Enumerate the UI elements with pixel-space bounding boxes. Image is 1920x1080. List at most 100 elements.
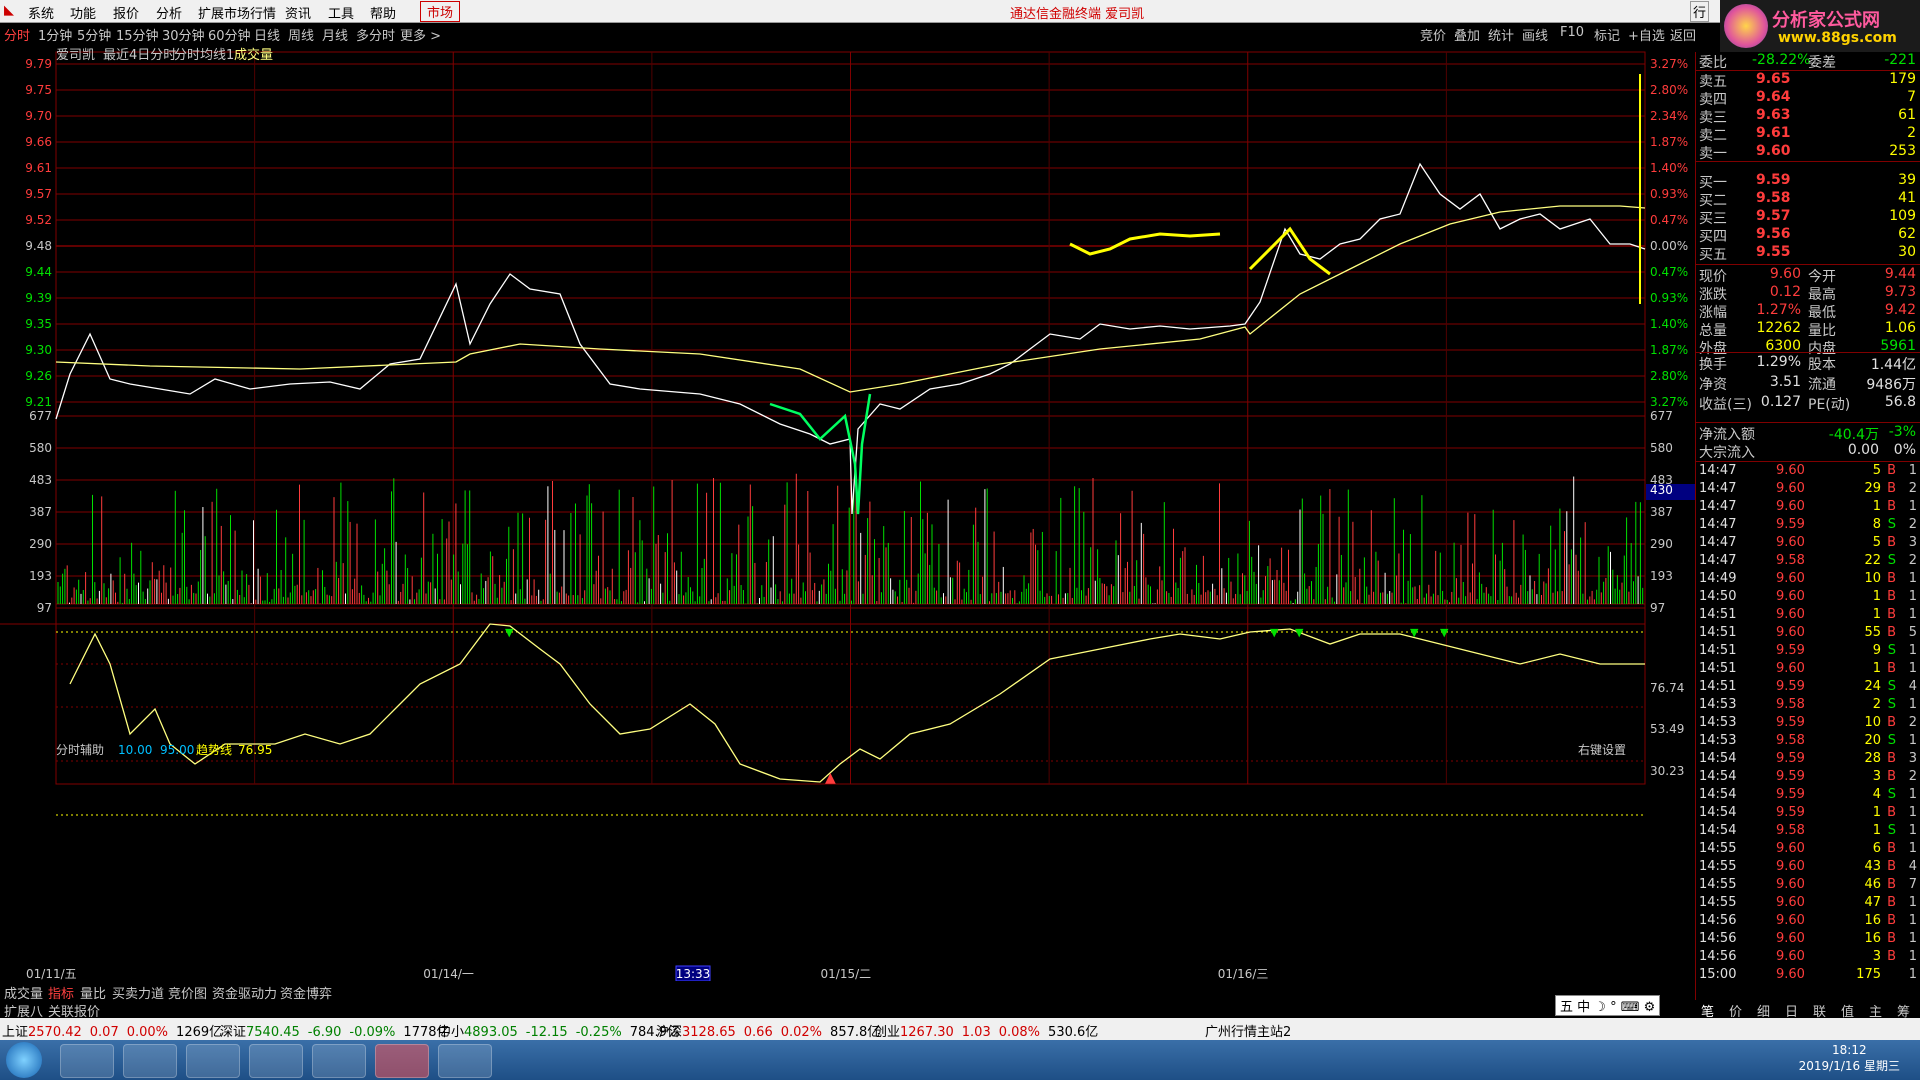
browser-icon[interactable] [123, 1044, 177, 1078]
app-blue-icon[interactable] [249, 1044, 303, 1078]
bid-row[interactable]: 买五 9.55 30 [1696, 244, 1920, 263]
tick-row[interactable]: 14:54 9.58 1 S 1 [1696, 823, 1920, 841]
tick-side: B [1887, 931, 1896, 946]
ask-row[interactable]: 卖一 9.60 253 [1696, 143, 1920, 162]
toolbar-mark[interactable]: 标记 [1594, 25, 1620, 44]
wechat-icon[interactable] [438, 1044, 492, 1078]
qq-icon[interactable] [60, 1044, 114, 1078]
tab-volume[interactable]: 成交量 [4, 983, 43, 1002]
ime-toolbar[interactable]: 五 中 ☽ ° ⌨ ⚙ [1555, 995, 1661, 1016]
bid-row[interactable]: 买二 9.58 41 [1696, 190, 1920, 209]
menu-tools[interactable]: 工具 [328, 3, 354, 22]
tick-row[interactable]: 15:00 9.60 175 1 [1696, 967, 1920, 985]
index-quote[interactable]: 上证2570.42 0.07 0.00% 1269亿 [2, 1021, 222, 1040]
tick-row[interactable]: 14:55 9.60 46 B 7 [1696, 877, 1920, 895]
toolbar-add-watch[interactable]: +自选 [1628, 25, 1665, 44]
tick-row[interactable]: 14:53 9.58 2 S 1 [1696, 697, 1920, 715]
start-button-icon[interactable] [6, 1042, 42, 1078]
tick-row[interactable]: 14:47 9.60 1 B 1 [1696, 499, 1920, 517]
menu-extended-market[interactable]: 扩展市场行情 [198, 3, 276, 22]
menu-analysis[interactable]: 分析 [156, 3, 182, 22]
tab-multi-day[interactable]: 多分时 [356, 25, 395, 44]
tick-row[interactable]: 14:47 9.58 22 S 2 [1696, 553, 1920, 571]
index-quote[interactable]: 创业1267.30 1.03 0.08% 530.6亿 [874, 1021, 1098, 1040]
tdx-app-icon[interactable] [375, 1044, 429, 1078]
system-clock[interactable]: 18:12 2019/1/16 星期三 [1799, 1043, 1900, 1074]
tick-row[interactable]: 14:53 9.58 20 S 1 [1696, 733, 1920, 751]
ask-row[interactable]: 卖四 9.64 7 [1696, 89, 1920, 108]
tab-capital-game[interactable]: 资金博弈 [280, 983, 332, 1002]
tick-row[interactable]: 14:51 9.59 24 S 4 [1696, 679, 1920, 697]
tab-more[interactable]: 更多 > [400, 25, 441, 44]
menu-function[interactable]: 功能 [70, 3, 96, 22]
folder-icon[interactable] [312, 1044, 366, 1078]
tick-price: 9.59 [1776, 787, 1805, 802]
tick-row[interactable]: 14:56 9.60 3 B 1 [1696, 949, 1920, 967]
tick-price: 9.59 [1776, 805, 1805, 820]
market-tab[interactable]: 市场 [420, 1, 461, 22]
tick-row[interactable]: 14:53 9.59 10 B 2 [1696, 715, 1920, 733]
menu-news[interactable]: 资讯 [285, 3, 311, 22]
intraday-chart[interactable]: 9.79 3.27% 9.75 2.80% 9.70 2.34% 9.66 1.87% 9.61… [0, 44, 1695, 981]
tab-1min[interactable]: 1分钟 [38, 25, 72, 44]
tick-row[interactable]: 14:54 9.59 3 B 2 [1696, 769, 1920, 787]
tick-row[interactable]: 14:56 9.60 16 B 1 [1696, 913, 1920, 931]
ask-row[interactable]: 卖五 9.65 179 [1696, 71, 1920, 90]
index-quote[interactable]: 沪深3128.65 0.66 0.02% 857.8亿 [656, 1021, 880, 1040]
tab-volume-ratio[interactable]: 量比 [80, 983, 106, 1002]
tick-row[interactable]: 14:47 9.60 29 B 2 [1696, 481, 1920, 499]
tick-row[interactable]: 14:47 9.60 5 B 1 [1696, 463, 1920, 481]
tab-auction-chart[interactable]: 竞价图 [168, 983, 207, 1002]
tab-monthly[interactable]: 月线 [322, 25, 348, 44]
bid-row[interactable]: 买三 9.57 109 [1696, 208, 1920, 227]
tab-weekly[interactable]: 周线 [288, 25, 314, 44]
tick-row[interactable]: 14:55 9.60 43 B 4 [1696, 859, 1920, 877]
tick-row[interactable]: 14:55 9.60 6 B 1 [1696, 841, 1920, 859]
tab-15min[interactable]: 15分钟 [116, 25, 159, 44]
tick-row[interactable]: 14:50 9.60 1 B 1 [1696, 589, 1920, 607]
stat-row: 涨跌 0.12 最高 9.73 [1696, 284, 1920, 303]
tick-row[interactable]: 14:55 9.60 47 B 1 [1696, 895, 1920, 913]
tick-row[interactable]: 14:54 9.59 4 S 1 [1696, 787, 1920, 805]
toolbar-back[interactable]: 返回 [1670, 25, 1696, 44]
toolbar-draw[interactable]: 画线 [1522, 25, 1548, 44]
ask-row[interactable]: 卖二 9.61 2 [1696, 125, 1920, 144]
tab-30min[interactable]: 30分钟 [162, 25, 205, 44]
tab-60min[interactable]: 60分钟 [208, 25, 251, 44]
tick-row[interactable]: 14:51 9.60 55 B 5 [1696, 625, 1920, 643]
index-value: 1267.30 [900, 1025, 954, 1040]
bid-row[interactable]: 买四 9.56 62 [1696, 226, 1920, 245]
tick-row[interactable]: 14:51 9.60 1 B 1 [1696, 607, 1920, 625]
toolbar-f10[interactable]: F10 [1560, 25, 1584, 40]
tick-count: 2 [1908, 481, 1917, 496]
tick-row[interactable]: 14:47 9.59 8 S 2 [1696, 517, 1920, 535]
app-green-icon[interactable] [186, 1044, 240, 1078]
menu-quote[interactable]: 报价 [113, 3, 139, 22]
right-click-setting[interactable]: 右键设置 [1578, 742, 1626, 757]
ask-row[interactable]: 卖三 9.63 61 [1696, 107, 1920, 126]
menu-help[interactable]: 帮助 [370, 3, 396, 22]
tick-side: S [1887, 697, 1896, 712]
window-control-button[interactable]: 行 [1690, 1, 1710, 22]
tick-row[interactable]: 14:49 9.60 10 B 1 [1696, 571, 1920, 589]
tab-buy-sell-force[interactable]: 买卖力道 [112, 983, 164, 1002]
tab-5min[interactable]: 5分钟 [77, 25, 111, 44]
index-quote[interactable]: 深证7540.45 -6.90 -0.09% 1778亿 [220, 1021, 450, 1040]
index-quote[interactable]: 中小4893.05 -12.15 -0.25% 784.9亿 [438, 1021, 680, 1040]
toolbar-auction[interactable]: 竞价 [1420, 25, 1446, 44]
tick-row[interactable]: 14:47 9.60 5 B 3 [1696, 535, 1920, 553]
tick-row[interactable]: 14:56 9.60 16 B 1 [1696, 931, 1920, 949]
server-site[interactable]: 广州行情主站2 [1205, 1021, 1291, 1040]
toolbar-stats[interactable]: 统计 [1488, 25, 1514, 44]
toolbar-overlay[interactable]: 叠加 [1454, 25, 1480, 44]
tab-intraday[interactable]: 分时 [4, 25, 30, 44]
tick-row[interactable]: 14:54 9.59 28 B 3 [1696, 751, 1920, 769]
tick-row[interactable]: 14:51 9.59 9 S 1 [1696, 643, 1920, 661]
tab-daily[interactable]: 日线 [254, 25, 280, 44]
tab-capital-drive[interactable]: 资金驱动力 [212, 983, 277, 1002]
tick-row[interactable]: 14:51 9.60 1 B 1 [1696, 661, 1920, 679]
tick-row[interactable]: 14:54 9.59 1 B 1 [1696, 805, 1920, 823]
menu-system[interactable]: 系统 [28, 3, 54, 22]
bid-row[interactable]: 买一 9.59 39 [1696, 172, 1920, 191]
tab-indicator[interactable]: 指标 [48, 983, 74, 1002]
